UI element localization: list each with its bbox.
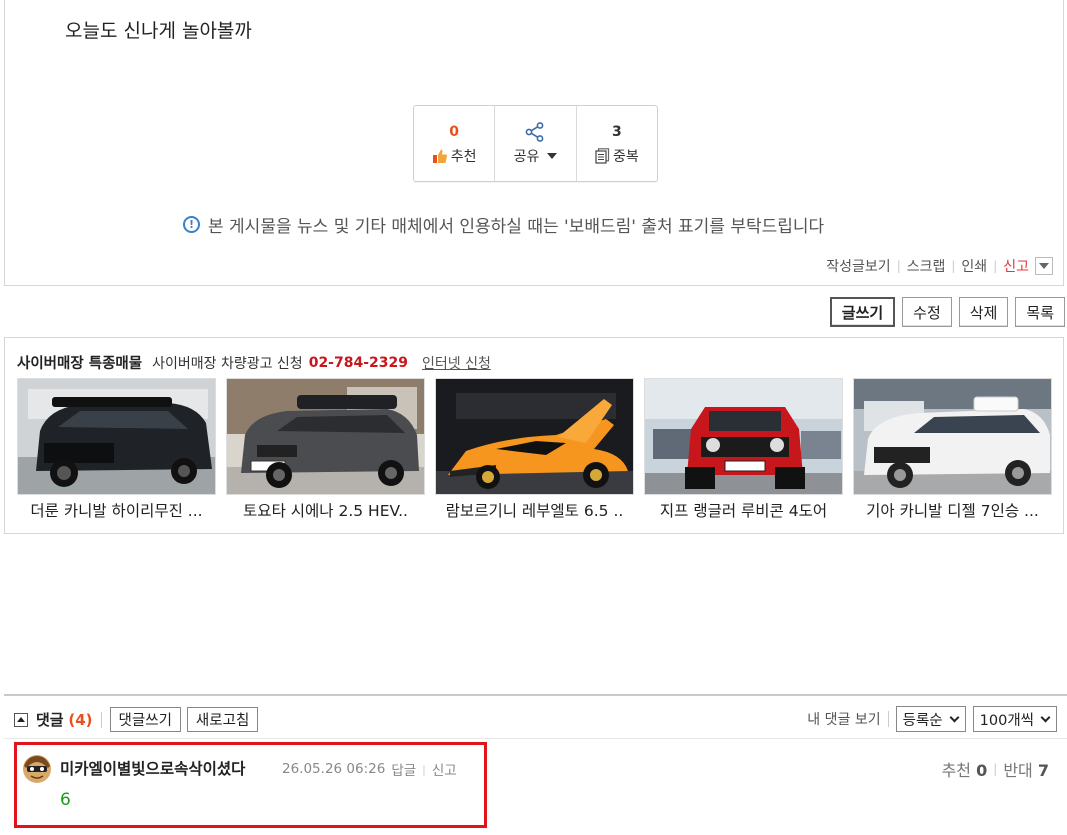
divider: | xyxy=(993,259,998,273)
comment-item: 미카엘이별빛으로속삭이셨다 26.05.26 06:26 답글 | 신고 6 추… xyxy=(4,740,1067,835)
comments-header: 댓글 (4) 댓글쓰기 새로고침 내 댓글 보기 등록순 100개씩 xyxy=(4,694,1067,739)
share-label: 공유 xyxy=(513,149,540,165)
car-image[interactable] xyxy=(644,378,843,495)
chevron-down-icon xyxy=(1040,712,1051,722)
collapse-toggle-button[interactable] xyxy=(14,712,28,727)
car-caption: 람보르기니 레부엘토 6.5 .. xyxy=(445,502,624,520)
cyber-market-section: 사이버매장 특종매물 사이버매장 차량광고 신청 02-784-2329 인터넷… xyxy=(4,337,1064,534)
more-dropdown-button[interactable] xyxy=(1035,257,1053,275)
car-caption: 더룬 카니발 하이리무진 ... xyxy=(30,502,203,520)
report-link[interactable]: 신고 xyxy=(1003,256,1029,276)
car-card[interactable]: 지프 랭글러 루비콘 4도어 xyxy=(644,378,843,527)
write-comment-button[interactable]: 댓글쓰기 xyxy=(109,707,181,732)
car-card[interactable]: 기아 카니발 디젤 7인승 ... xyxy=(853,378,1052,527)
comment-votes: 추천 0 | 반대 7 xyxy=(942,757,1049,781)
divider: | xyxy=(993,762,998,776)
print-link[interactable]: 인쇄 xyxy=(961,256,987,276)
chevron-down-icon xyxy=(547,153,558,159)
car-image[interactable] xyxy=(226,378,425,495)
divider: | xyxy=(422,762,426,776)
avatar[interactable] xyxy=(22,754,52,784)
recommend-label: 추천 xyxy=(941,761,972,780)
market-header: 사이버매장 특종매물 사이버매장 차량광고 신청 02-784-2329 인터넷… xyxy=(17,352,491,373)
comment-report-link[interactable]: 신고 xyxy=(432,759,457,779)
chevron-down-icon xyxy=(949,712,960,722)
delete-button[interactable]: 삭제 xyxy=(958,297,1009,327)
oppose-count: 7 xyxy=(1037,761,1049,780)
market-title: 사이버매장 특종매물 xyxy=(17,356,143,372)
car-card[interactable]: 토요타 시에나 2.5 HEV.. xyxy=(226,378,425,527)
post-content-box: 오늘도 신나게 놀아볼까 0 추천 공유 3 중복 ! 본 게시물을 뉴스 및 … xyxy=(4,0,1064,286)
write-button[interactable]: 글쓰기 xyxy=(829,297,896,327)
list-button[interactable]: 목록 xyxy=(1015,297,1065,327)
comment-recommend-button[interactable]: 추천 0 xyxy=(942,757,988,781)
divider xyxy=(100,711,102,728)
divider: | xyxy=(896,259,901,273)
divider xyxy=(887,711,889,727)
comment-date: 26.05.26 06:26 xyxy=(282,761,386,777)
car-caption: 토요타 시에나 2.5 HEV.. xyxy=(243,502,408,520)
car-caption: 지프 랭글러 루비콘 4도어 xyxy=(659,502,828,520)
internet-apply-link[interactable]: 인터넷 신청 xyxy=(422,353,491,373)
comment-highlight-box xyxy=(14,742,487,828)
duplicate-count: 3 xyxy=(611,124,622,140)
chevron-down-icon xyxy=(1039,263,1049,269)
reply-link[interactable]: 답글 xyxy=(391,759,416,779)
car-image[interactable] xyxy=(853,378,1052,495)
comment-author[interactable]: 미카엘이별빛으로속삭이셨다 xyxy=(60,757,245,779)
divider: | xyxy=(951,259,956,273)
market-phone: 02-784-2329 xyxy=(308,354,408,371)
document-icon xyxy=(595,148,610,164)
recommend-count: 0 xyxy=(976,761,988,780)
my-comments-link[interactable]: 내 댓글 보기 xyxy=(807,709,880,729)
sort-select[interactable]: 등록순 xyxy=(895,706,966,732)
comments-title: 댓글 xyxy=(36,711,64,729)
comments-count: (4) xyxy=(68,711,93,729)
recommend-button[interactable]: 0 추천 xyxy=(414,106,496,181)
view-posts-link[interactable]: 작성글보기 xyxy=(826,256,890,276)
oppose-label: 반대 xyxy=(1003,761,1033,780)
share-icon xyxy=(526,122,544,142)
thumbs-up-icon xyxy=(432,149,447,163)
post-body-text: 오늘도 신나게 놀아볼까 xyxy=(65,20,252,42)
recommend-count: 0 xyxy=(449,124,460,140)
recommend-label: 추천 xyxy=(450,149,477,165)
car-card[interactable]: 더룬 카니발 하이리무진 ... xyxy=(17,378,216,527)
comment-oppose-button[interactable]: 반대 7 xyxy=(1003,757,1049,781)
refresh-button[interactable]: 새로고침 xyxy=(186,707,259,732)
duplicate-button[interactable]: 3 중복 xyxy=(577,106,657,181)
car-card[interactable]: 람보르기니 레부엘토 6.5 .. xyxy=(435,378,634,527)
duplicate-label: 중복 xyxy=(612,149,639,165)
post-toolbar: 글쓰기 수정 삭제 목록 xyxy=(829,297,1065,327)
car-list: 더룬 카니발 하이리무진 ... 토요타 시에나 2.5 HEV.. 람보르기니… xyxy=(17,378,1052,527)
sort-select-value: 등록순 xyxy=(902,712,943,729)
scrap-link[interactable]: 스크랩 xyxy=(907,256,946,276)
car-caption: 기아 카니발 디젤 7인승 ... xyxy=(866,502,1039,520)
comment-text: 6 xyxy=(60,790,71,810)
post-action-group: 0 추천 공유 3 중복 xyxy=(413,105,658,182)
edit-button[interactable]: 수정 xyxy=(902,297,952,327)
car-image[interactable] xyxy=(17,378,216,495)
info-icon: ! xyxy=(183,216,200,233)
market-ad-text: 사이버매장 차량광고 신청 xyxy=(152,355,303,372)
share-button[interactable]: 공유 xyxy=(495,106,577,181)
chevron-up-icon xyxy=(17,717,25,722)
per-page-select-value: 100개씩 xyxy=(979,712,1034,729)
car-image[interactable] xyxy=(435,378,634,495)
post-links: 작성글보기 | 스크랩 | 인쇄 | 신고 xyxy=(826,256,1053,276)
per-page-select[interactable]: 100개씩 xyxy=(972,706,1057,732)
citation-notice: ! 본 게시물을 뉴스 및 기타 매체에서 인용하실 때는 '보배드림' 출처 … xyxy=(183,212,824,237)
notice-text: 본 게시물을 뉴스 및 기타 매체에서 인용하실 때는 '보배드림' 출처 표기… xyxy=(208,217,825,237)
